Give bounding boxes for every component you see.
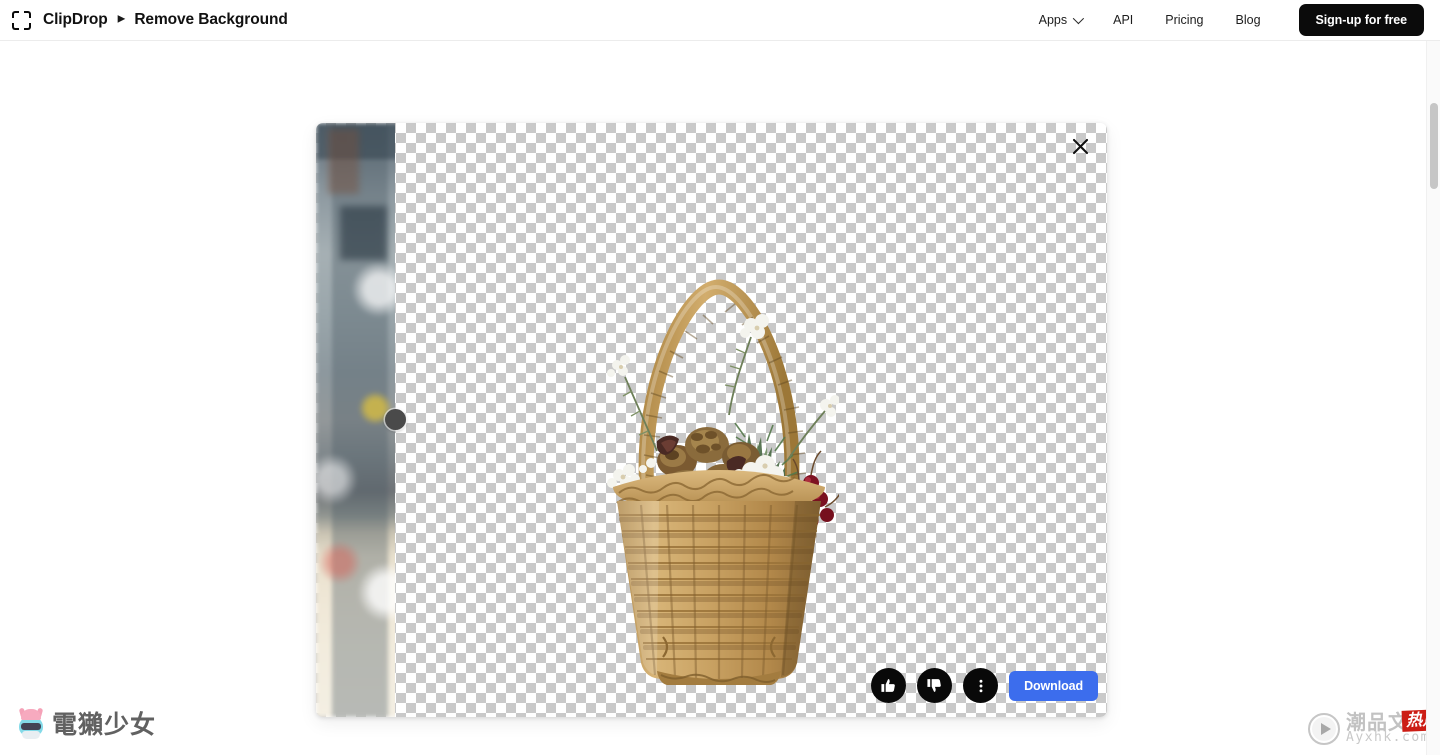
page-title: Remove Background: [134, 11, 288, 28]
breadcrumb-caret-icon: ▶: [117, 13, 126, 25]
close-button[interactable]: [1067, 133, 1093, 159]
play-button-icon: [1308, 712, 1341, 745]
nav-item-label: Blog: [1235, 13, 1261, 27]
thumbs-down-button[interactable]: [917, 668, 953, 703]
nav-item-blog[interactable]: Blog: [1220, 0, 1277, 41]
image-compare-canvas[interactable]: Download: [316, 123, 1107, 717]
more-options-button[interactable]: [963, 668, 999, 703]
original-photo: [316, 123, 395, 717]
vertical-scrollbar[interactable]: [1426, 41, 1440, 755]
site-header: ClipDrop ▶ Remove Background Apps API Pr…: [0, 0, 1440, 41]
thumbs-up-button[interactable]: [871, 668, 907, 703]
main-nav: Apps API Pricing Blog Sign-up for free: [1023, 0, 1440, 41]
nav-item-pricing[interactable]: Pricing: [1149, 0, 1219, 41]
original-image-reveal: [316, 123, 395, 717]
watermark-right-url: Ayxhk.com: [1346, 730, 1430, 746]
thumbs-up-icon: [881, 679, 895, 692]
watermark-left-text: 電獺少女: [52, 709, 157, 739]
dots-vertical-icon: [979, 679, 983, 692]
clipdrop-brackets-icon[interactable]: [11, 10, 32, 31]
chevron-down-icon: [1072, 12, 1085, 25]
compare-slider-handle[interactable]: [384, 408, 406, 430]
nav-item-label: Pricing: [1165, 13, 1204, 27]
mascot-avatar: [17, 707, 45, 739]
brand-name[interactable]: ClipDrop: [43, 11, 108, 29]
result-action-bar: Download: [316, 668, 1107, 703]
watermark-right: 潮品文 Ayxhk.com 热点: [1308, 709, 1440, 746]
editor-stage: Download: [0, 41, 1440, 755]
signup-button[interactable]: Sign-up for free: [1298, 4, 1424, 36]
nav-item-label: API: [1113, 13, 1134, 27]
nav-item-apps[interactable]: Apps: [1023, 0, 1098, 41]
cutout-subject-image: [599, 265, 842, 717]
download-button[interactable]: Download: [1009, 670, 1098, 701]
thumbs-down-icon: [927, 679, 941, 692]
watermark-left: 電獺少女: [17, 707, 157, 739]
nav-item-api[interactable]: API: [1097, 0, 1149, 41]
close-icon: [1072, 138, 1088, 154]
breadcrumb: ClipDrop ▶ Remove Background: [11, 0, 288, 41]
scrollbar-thumb[interactable]: [1430, 103, 1438, 189]
nav-item-label: Apps: [1038, 13, 1068, 27]
